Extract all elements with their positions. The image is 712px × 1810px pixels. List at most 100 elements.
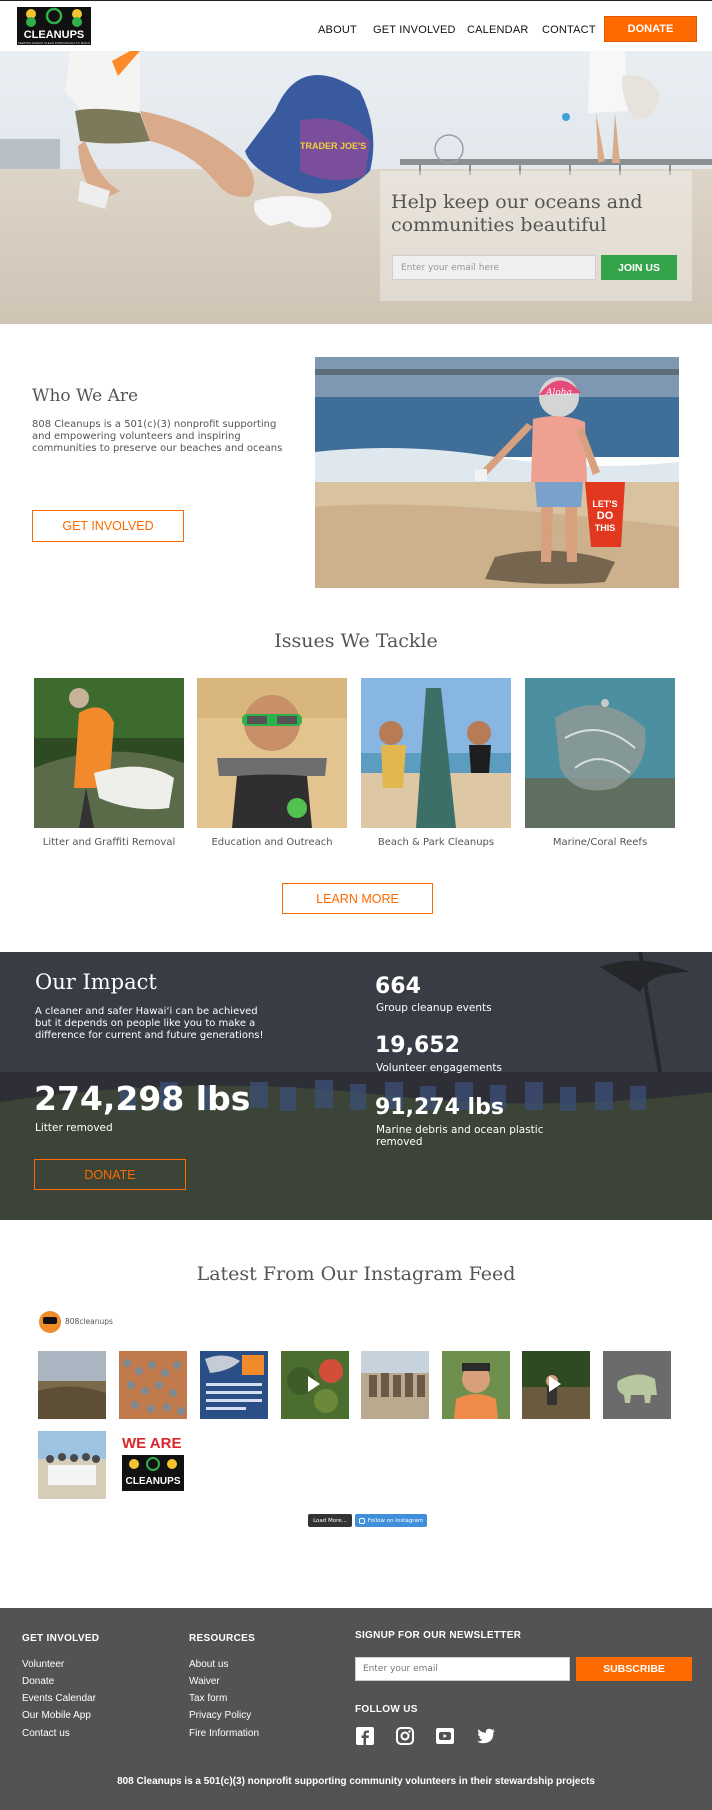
footer-link-events-calendar[interactable]: Events Calendar	[22, 1693, 96, 1704]
impact-donate-button[interactable]: DONATE	[34, 1159, 186, 1190]
hero-headline: Help keep our oceans and communities bea…	[391, 191, 691, 237]
instagram-post[interactable]	[38, 1351, 106, 1419]
load-more-button[interactable]: Load More...	[308, 1514, 352, 1527]
impact-text-line3: difference for current and future genera…	[35, 1030, 264, 1041]
instagram-post[interactable]	[200, 1351, 268, 1419]
youtube-icon[interactable]	[435, 1726, 455, 1746]
stat-events-label: Group cleanup events	[376, 1002, 492, 1014]
stat-volunteers-label: Volunteer engagements	[376, 1062, 502, 1074]
play-icon	[549, 1376, 561, 1392]
follow-instagram-button[interactable]: Follow on Instagram	[355, 1514, 427, 1527]
donate-button[interactable]: DONATE	[604, 16, 697, 42]
post-image	[603, 1351, 671, 1419]
learn-more-button[interactable]: LEARN MORE	[282, 883, 433, 914]
follow-us-heading: FOLLOW US	[355, 1704, 418, 1715]
nav-calendar[interactable]: CALENDAR	[467, 24, 529, 36]
newsletter-heading: SIGNUP FOR OUR NEWSLETTER	[355, 1630, 522, 1641]
issue-caption-litter: Litter and Graffiti Removal	[42, 837, 176, 848]
avatar-logo	[43, 1317, 57, 1324]
instagram-handle[interactable]: 808cleanups	[65, 1317, 113, 1326]
footer-link-about[interactable]: About us	[189, 1659, 228, 1670]
follow-instagram-label: Follow on Instagram	[367, 1517, 424, 1524]
footer-link-privacy-policy[interactable]: Privacy Policy	[189, 1710, 251, 1721]
issue-image-litter[interactable]	[34, 678, 184, 828]
site-header: CLEANUPS KEEPING HAWAI'I CLEAN FROM MAUK…	[0, 0, 712, 51]
instagram-post[interactable]	[38, 1431, 106, 1499]
litter-removed-value: 274,298 lbs	[34, 1079, 251, 1118]
post-logo: CLEANUPS	[122, 1455, 184, 1491]
issues-title: Issues We Tackle	[274, 630, 438, 652]
hero-headline-line2: communities beautiful	[391, 214, 607, 236]
beach-photo	[361, 678, 511, 828]
play-icon	[308, 1376, 320, 1392]
instagram-icon[interactable]	[395, 1726, 415, 1746]
who-text-line2: and empowering volunteers and inspiring	[32, 431, 241, 442]
issue-caption-beach: Beach & Park Cleanups	[377, 837, 495, 848]
bag-text: TRADER JOE'S	[300, 141, 366, 151]
reef-photo	[525, 678, 675, 828]
bucket-text-2: DO	[597, 510, 614, 522]
footer-link-fire-information[interactable]: Fire Information	[189, 1728, 259, 1739]
litter-removed-label: Litter removed	[35, 1122, 113, 1134]
footer-link-tax-form[interactable]: Tax form	[189, 1693, 227, 1704]
footer-link-donate[interactable]: Donate	[22, 1676, 54, 1687]
stat-marine-label-line1: Marine debris and ocean plastic	[376, 1124, 544, 1136]
stat-marine-value: 91,274 lbs	[375, 1095, 504, 1120]
impact-text-line2: but it depends on people like you to mak…	[35, 1018, 256, 1029]
hat-text: Aloha	[545, 388, 572, 398]
stat-marine-label-line2: removed	[376, 1136, 423, 1148]
issue-image-reefs[interactable]	[525, 678, 675, 828]
hero-email-placeholder: Enter your email here	[401, 262, 500, 273]
instagram-avatar[interactable]	[39, 1311, 61, 1333]
issue-image-education[interactable]	[197, 678, 347, 828]
get-involved-button[interactable]: GET INVOLVED	[32, 510, 184, 542]
we-are-text: WE ARE	[122, 1435, 182, 1452]
newsletter-email-input[interactable]: Enter your email	[355, 1657, 570, 1681]
instagram-post[interactable]	[522, 1351, 590, 1419]
instagram-post[interactable]	[281, 1351, 349, 1419]
issue-image-beach[interactable]	[361, 678, 511, 828]
nav-contact[interactable]: CONTACT	[542, 24, 596, 36]
hero-photo: TRADER JOE'S	[0, 51, 712, 324]
hero-headline-line1: Help keep our oceans and	[391, 191, 643, 213]
stat-events-value: 664	[375, 974, 421, 999]
footer-link-waiver[interactable]: Waiver	[189, 1676, 220, 1687]
footer-link-mobile-app[interactable]: Our Mobile App	[22, 1710, 91, 1721]
who-text-line1: 808 Cleanups is a 501(c)(3) nonprofit su…	[32, 419, 277, 430]
stat-marine-label: Marine debris and ocean plastic removed	[376, 1124, 543, 1148]
post-logo-wordmark: CLEANUPS	[125, 1476, 180, 1487]
who-we-are-photo: Aloha LET'S DO THIS	[315, 357, 679, 588]
litter-photo	[34, 678, 184, 828]
footer-link-contact[interactable]: Contact us	[22, 1728, 70, 1739]
instagram-logo-icon	[358, 1517, 365, 1524]
instagram-post[interactable]	[442, 1351, 510, 1419]
footer-mission-text: 808 Cleanups is a 501(c)(3) nonprofit su…	[117, 1776, 595, 1787]
hero-email-input[interactable]: Enter your email here	[392, 255, 596, 280]
nav-about[interactable]: ABOUT	[318, 24, 357, 36]
post-image	[38, 1351, 106, 1419]
instagram-post[interactable]	[361, 1351, 429, 1419]
site-footer: GET INVOLVED Volunteer Donate Events Cal…	[0, 1608, 712, 1810]
education-photo	[197, 678, 347, 828]
footer-resources-heading: RESOURCES	[189, 1633, 256, 1644]
logo-tagline: KEEPING HAWAI'I CLEAN FROM MAUKA TO MAKA…	[18, 41, 90, 45]
subscribe-button[interactable]: SUBSCRIBE	[576, 1657, 692, 1681]
impact-section: Our Impact A cleaner and safer Hawai‘i c…	[0, 952, 712, 1220]
808-cleanups-logo[interactable]: CLEANUPS KEEPING HAWAI'I CLEAN FROM MAUK…	[15, 5, 93, 47]
facebook-icon[interactable]	[355, 1726, 375, 1746]
join-us-button[interactable]: JOIN US	[601, 255, 677, 280]
bucket-text-3: THIS	[595, 523, 616, 533]
nav-get-involved[interactable]: GET INVOLVED	[373, 24, 456, 36]
footer-link-volunteer[interactable]: Volunteer	[22, 1659, 64, 1670]
who-text-line3: communities to preserve our beaches and …	[32, 443, 283, 454]
post-image	[442, 1351, 510, 1419]
instagram-post[interactable]	[119, 1351, 187, 1419]
issue-caption-education: Education and Outreach	[211, 837, 333, 848]
impact-text: A cleaner and safer Hawai‘i can be achie…	[35, 1006, 325, 1042]
post-image	[38, 1431, 106, 1499]
impact-text-line1: A cleaner and safer Hawai‘i can be achie…	[35, 1006, 258, 1017]
twitter-icon[interactable]	[476, 1726, 496, 1746]
newsletter-email-placeholder: Enter your email	[363, 1664, 438, 1674]
instagram-post[interactable]	[603, 1351, 671, 1419]
instagram-post[interactable]: WE ARE CLEANUPS	[119, 1431, 187, 1499]
